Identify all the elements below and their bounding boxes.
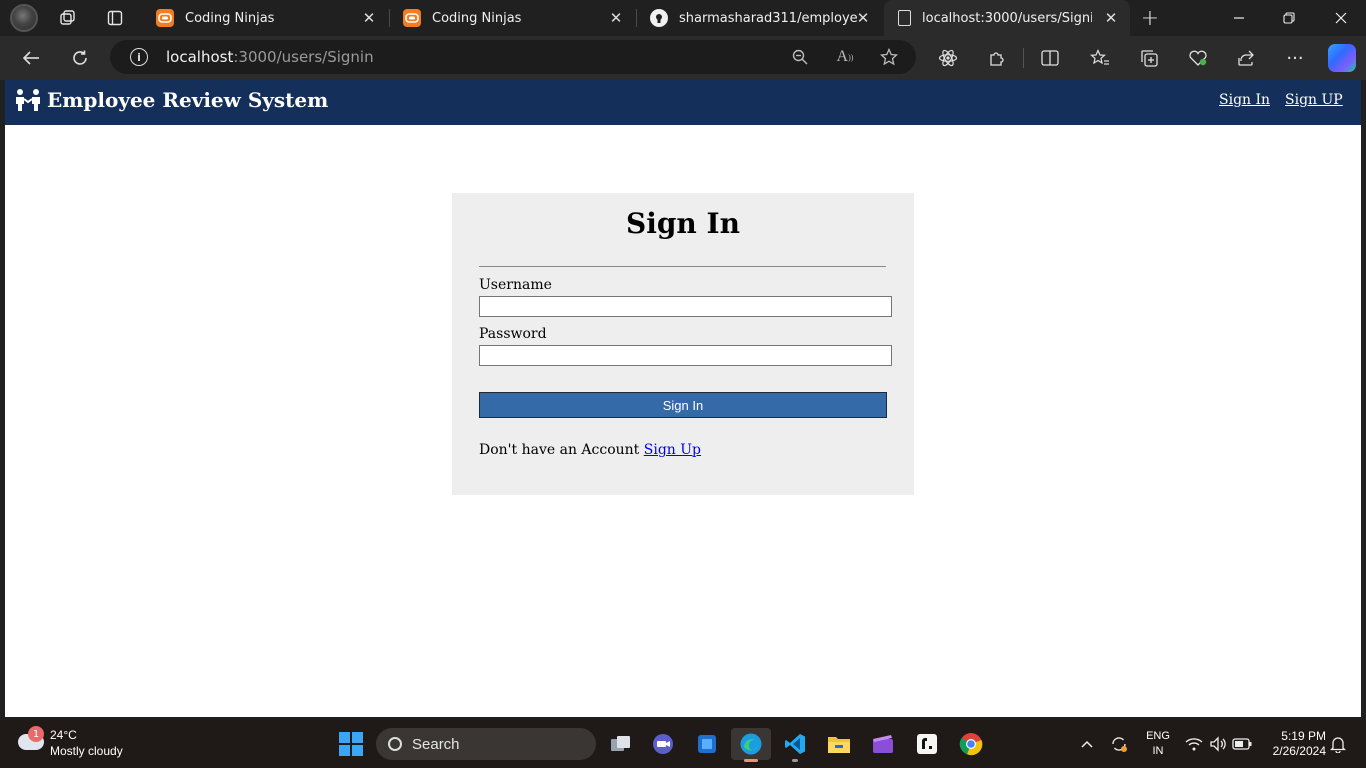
- vscode-icon[interactable]: [775, 728, 815, 762]
- file-explorer-icon[interactable]: [819, 728, 859, 760]
- weather-widget[interactable]: 1 24°C Mostly cloudy: [16, 726, 156, 760]
- tab-coding-ninjas-1[interactable]: Coding Ninjas ✕: [142, 0, 388, 36]
- back-arrow-icon[interactable]: [16, 43, 46, 73]
- clock-time: 5:19 PM: [1281, 729, 1326, 743]
- new-tab-icon[interactable]: +: [1136, 4, 1164, 32]
- more-options-icon[interactable]: ···: [1282, 45, 1308, 71]
- sign-in-button[interactable]: Sign In: [479, 392, 887, 418]
- zoom-out-icon[interactable]: [789, 46, 811, 68]
- language-indicator[interactable]: ENG IN: [1143, 729, 1173, 759]
- windows-start-icon[interactable]: [339, 732, 363, 756]
- tab-title: localhost:3000/users/Signin: [922, 10, 1092, 26]
- roblox-app-icon[interactable]: [907, 728, 947, 760]
- search-label: Search: [412, 735, 460, 753]
- site-header: Employee Review System Sign In Sign UP: [5, 80, 1361, 125]
- edge-browser-icon[interactable]: [731, 728, 771, 762]
- weather-temp: 24°C: [50, 728, 77, 742]
- signin-heading: Sign In: [626, 207, 740, 240]
- tab-title: Coding Ninjas: [432, 10, 522, 26]
- url-host: localhost: [166, 48, 234, 66]
- widget-app-icon[interactable]: [687, 728, 727, 760]
- collections-icon[interactable]: [1136, 45, 1162, 71]
- username-label: Username: [479, 277, 552, 293]
- signin-card: Sign In Username Password Sign In Don't …: [452, 193, 914, 495]
- coding-ninjas-icon: [403, 9, 421, 27]
- close-tab-icon[interactable]: ✕: [854, 9, 872, 27]
- close-window-icon[interactable]: [1318, 0, 1364, 36]
- tab-coding-ninjas-2[interactable]: Coding Ninjas ✕: [389, 0, 635, 36]
- sync-icon[interactable]: [1109, 734, 1129, 754]
- language-line2: IN: [1152, 745, 1164, 757]
- browser-essentials-icon[interactable]: [1185, 45, 1211, 71]
- favorites-icon[interactable]: [1087, 45, 1113, 71]
- restore-icon[interactable]: [1266, 0, 1312, 36]
- signup-prompt: Don't have an Account: [479, 442, 640, 458]
- brand: Employee Review System: [15, 88, 328, 112]
- address-url[interactable]: localhost:3000/users/Signin: [166, 48, 374, 66]
- weather-condition: Mostly cloudy: [50, 744, 123, 758]
- github-icon: [650, 9, 668, 27]
- chevron-up-icon[interactable]: [1077, 734, 1097, 754]
- chrome-icon[interactable]: [951, 728, 991, 760]
- browser-tab-strip: Coding Ninjas ✕ Coding Ninjas ✕ sharmash…: [0, 0, 1366, 36]
- running-indicator: [792, 759, 798, 762]
- tab-github[interactable]: sharmasharad311/employeeR ✕: [636, 0, 882, 36]
- brand-title: Employee Review System: [47, 88, 329, 112]
- password-label: Password: [479, 326, 547, 342]
- copilot-icon[interactable]: [1328, 44, 1356, 72]
- tab-title: sharmasharad311/employeeR: [679, 10, 857, 26]
- tab-actions-icon[interactable]: [101, 4, 129, 32]
- close-tab-icon[interactable]: ✕: [1102, 9, 1120, 27]
- url-path: :3000/users/Signin: [233, 48, 374, 66]
- volume-icon[interactable]: [1208, 734, 1228, 754]
- system-clock[interactable]: 5:19 PM 2/26/2024: [1262, 729, 1326, 759]
- minimize-icon[interactable]: [1216, 0, 1262, 36]
- tab-localhost-signin[interactable]: localhost:3000/users/Signin ✕: [884, 0, 1130, 36]
- language-line1: ENG: [1146, 730, 1170, 742]
- site-info-icon[interactable]: i: [130, 48, 148, 66]
- teams-chat-icon[interactable]: [643, 728, 683, 760]
- active-indicator: [744, 759, 758, 762]
- split-screen-icon[interactable]: [1037, 45, 1063, 71]
- search-icon: [388, 737, 402, 751]
- page-viewport: Employee Review System Sign In Sign UP S…: [5, 80, 1361, 717]
- refresh-icon[interactable]: [65, 43, 95, 73]
- document-icon: [898, 10, 911, 26]
- username-field[interactable]: [479, 296, 892, 317]
- favorite-star-icon[interactable]: [878, 46, 900, 68]
- password-field[interactable]: [479, 345, 892, 366]
- share-icon[interactable]: [1233, 45, 1259, 71]
- sign-up-link[interactable]: Sign Up: [644, 442, 701, 458]
- tab-title: Coding Ninjas: [185, 10, 275, 26]
- clipchamp-icon[interactable]: [863, 728, 903, 760]
- divider: [479, 266, 886, 267]
- read-aloud-icon[interactable]: A)): [834, 46, 856, 68]
- taskbar-search[interactable]: Search: [376, 728, 596, 760]
- nav-sign-in-link[interactable]: Sign In: [1219, 92, 1270, 108]
- wifi-icon[interactable]: [1184, 734, 1204, 754]
- react-devtools-icon[interactable]: [935, 45, 961, 71]
- profile-avatar[interactable]: [10, 4, 38, 32]
- notification-bell-icon[interactable]: [1328, 734, 1348, 754]
- coding-ninjas-icon: [156, 9, 174, 27]
- close-tab-icon[interactable]: ✕: [360, 9, 378, 27]
- notification-badge: 1: [28, 726, 44, 742]
- nav-sign-up-link[interactable]: Sign UP: [1285, 92, 1343, 108]
- address-bar[interactable]: i localhost:3000/users/Signin A)): [110, 40, 916, 74]
- people-icon: [15, 88, 41, 112]
- battery-icon[interactable]: [1232, 734, 1252, 754]
- toolbar-separator: [1023, 48, 1024, 68]
- close-tab-icon[interactable]: ✕: [607, 9, 625, 27]
- clock-date: 2/26/2024: [1272, 744, 1326, 758]
- workspaces-icon[interactable]: [54, 4, 82, 32]
- signup-prompt-line: Don't have an Account Sign Up: [479, 442, 701, 458]
- windows-taskbar: 1 24°C Mostly cloudy Search ENG IN 5:19 …: [0, 720, 1366, 768]
- extensions-icon[interactable]: [984, 45, 1010, 71]
- task-view-icon[interactable]: [601, 728, 641, 760]
- browser-toolbar: i localhost:3000/users/Signin A)) ···: [0, 36, 1366, 80]
